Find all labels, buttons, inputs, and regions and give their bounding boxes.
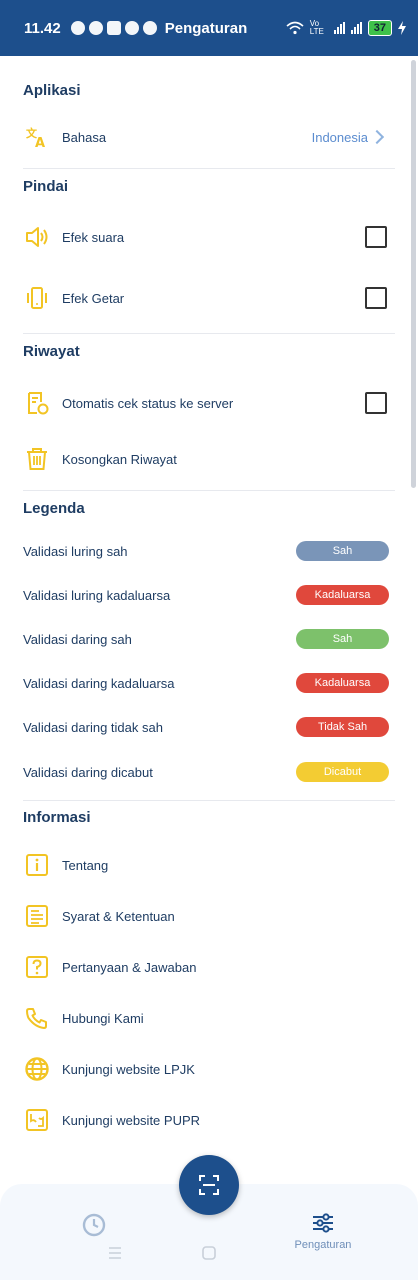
vibrate-icon [23,284,51,312]
otomatis-label: Otomatis cek status ke server [62,395,234,411]
legend-item: Validasi luring sah Sah [23,541,389,561]
nav-settings[interactable]: Pengaturan [263,1212,383,1251]
info-icon [23,851,51,879]
svg-text:A: A [35,136,45,149]
info-label: Kunjungi website LPJK [62,1061,195,1077]
section-legenda: Legenda [23,500,85,517]
status-badge: Sah [296,629,389,649]
legend-item: Validasi daring sah Sah [23,629,389,649]
status-title: Pengaturan [164,19,248,37]
divider [23,333,395,334]
bahasa-label: Bahasa [62,129,107,145]
info-item-tentang[interactable]: Tentang [0,850,410,880]
info-item-hubungi[interactable]: Hubungi Kami [0,1003,410,1033]
legend-item: Validasi luring kadaluarsa Kadaluarsa [23,585,389,605]
status-badge: Dicabut [296,762,389,782]
info-item-syarat[interactable]: Syarat & Ketentuan [0,901,410,931]
efek-getar-checkbox[interactable] [365,287,387,309]
section-informasi: Informasi [23,809,91,826]
divider [23,490,395,491]
legend-label: Validasi daring tidak sah [23,719,163,735]
kosongkan-riwayat-row[interactable]: Kosongkan Riwayat [0,444,410,474]
status-bar: 11.42 Pengaturan Vo LTE 37 [0,0,418,56]
info-label: Syarat & Ketentuan [62,908,175,924]
legend-label: Validasi daring kadaluarsa [23,675,175,691]
history-icon [82,1213,106,1237]
document-check-icon [23,389,51,417]
app-icon [106,21,121,35]
network-type: Vo LTE [309,19,324,36]
otomatis-row: Otomatis cek status ke server [0,388,410,418]
map-icon [23,1106,51,1134]
scan-icon [199,1175,219,1195]
legend-item: Validasi daring kadaluarsa Kadaluarsa [23,673,389,693]
legend-label: Validasi luring kadaluarsa [23,587,171,603]
chevron-right-icon [369,129,385,145]
status-badge: Kadaluarsa [296,673,389,693]
info-item-faq[interactable]: Pertanyaan & Jawaban [0,952,410,982]
efek-getar-row: Efek Getar [0,283,410,313]
whatsapp-icon [88,21,103,35]
legend-label: Validasi daring dicabut [23,764,153,780]
charging-icon [398,21,406,35]
call-icon [124,21,139,35]
battery-icon: 37 [367,20,392,36]
notification-icons [70,21,157,35]
efek-suara-row: Efek suara [0,222,410,252]
section-pindai: Pindai [23,178,69,195]
info-label: Pertanyaan & Jawaban [62,959,197,975]
signal-icon-2 [350,22,362,34]
kosongkan-label: Kosongkan Riwayat [62,451,177,467]
translate-icon: 文A [23,123,51,151]
status-badge: Sah [296,541,389,561]
divider [23,168,395,169]
document-icon [23,902,51,930]
phone-icon [23,1004,51,1032]
section-aplikasi: Aplikasi [23,82,81,99]
sliders-icon [313,1213,333,1233]
legend-label: Validasi daring sah [23,631,132,647]
legend-label: Validasi luring sah [23,543,128,559]
info-label: Tentang [62,857,109,873]
status-badge: Tidak Sah [296,717,389,737]
bahasa-value: Indonesia [311,129,368,145]
speaker-icon [23,223,51,251]
info-item-pupr[interactable]: Kunjungi website PUPR [0,1105,410,1135]
globe-icon [23,1055,51,1083]
bahasa-row[interactable]: 文A Bahasa Indonesia [0,122,410,152]
legend-item: Validasi daring dicabut Dicabut [23,762,389,782]
otomatis-checkbox[interactable] [365,392,387,414]
recents-icon[interactable] [107,1246,123,1260]
status-badge: Kadaluarsa [296,585,389,605]
efek-suara-label: Efek suara [62,229,125,245]
section-riwayat: Riwayat [23,343,80,360]
scan-button[interactable] [179,1155,239,1215]
signal-icon [333,22,345,34]
info-label: Hubungi Kami [62,1010,144,1026]
home-icon[interactable] [202,1246,216,1260]
scrollbar[interactable] [411,60,416,488]
trash-icon [23,445,51,473]
info-item-lpjk[interactable]: Kunjungi website LPJK [0,1054,410,1084]
question-icon [23,953,51,981]
sync-icon [142,21,157,35]
info-label: Kunjungi website PUPR [62,1112,201,1128]
nav-history[interactable] [34,1212,154,1241]
efek-getar-label: Efek Getar [62,290,125,306]
wifi-icon [286,21,304,35]
status-time: 11.42 [24,19,61,37]
chat-icon [70,21,85,35]
efek-suara-checkbox[interactable] [365,226,387,248]
divider [23,800,395,801]
nav-settings-label: Pengaturan [294,1239,352,1251]
legend-item: Validasi daring tidak sah Tidak Sah [23,717,389,737]
